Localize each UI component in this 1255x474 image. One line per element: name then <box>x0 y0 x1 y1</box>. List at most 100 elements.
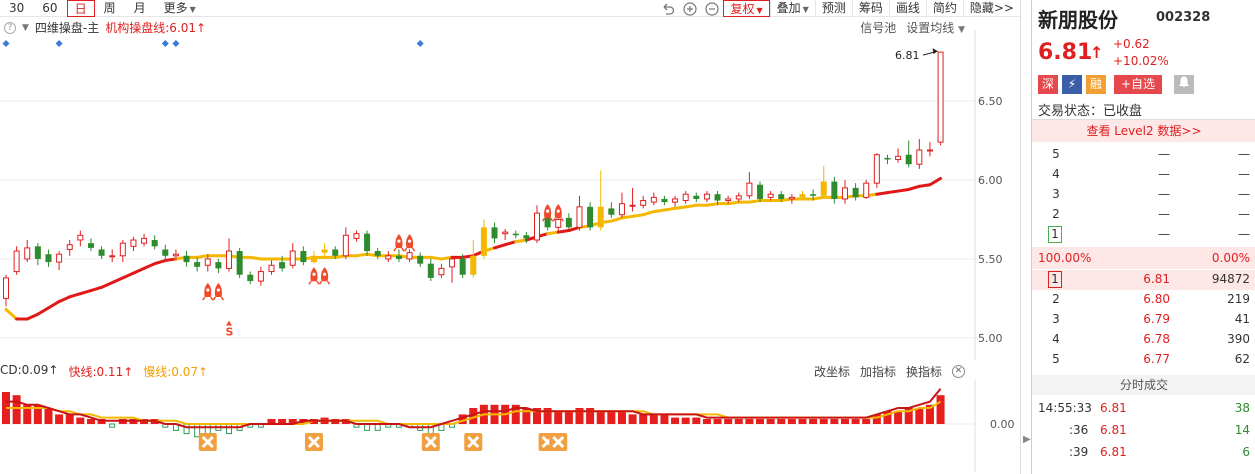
level-volume: 219 <box>1227 292 1250 306</box>
overlay-button[interactable]: 叠加 ▼ <box>769 0 815 17</box>
period-week[interactable]: 周 <box>95 0 125 17</box>
level-number: 4 <box>1052 167 1060 181</box>
sub-header-left: CD:0.09↑ 快线:0.11↑ 慢线:0.07↑ <box>0 363 208 380</box>
period-day[interactable]: 日 <box>66 0 95 17</box>
macd-chart[interactable]: 0.00 <box>0 380 1020 472</box>
rocket-signal-icon <box>308 267 320 285</box>
bid-row[interactable]: 5 6.77 62 <box>1032 350 1255 370</box>
hide-button[interactable]: 隐藏>> <box>962 0 1020 17</box>
add-watchlist-button[interactable]: +自选 <box>1114 75 1162 94</box>
candle-body <box>45 254 52 263</box>
rocket-window <box>206 288 210 292</box>
ask-row[interactable]: 1 — — <box>1032 225 1255 245</box>
rocket-signal-icon <box>202 283 214 301</box>
ma-line-segment <box>652 208 666 214</box>
candle-body <box>236 251 243 275</box>
candle-body <box>279 262 286 269</box>
panel-divider[interactable]: ▶ <box>1020 0 1031 474</box>
candle-body <box>395 255 402 259</box>
rocket-window <box>556 209 560 213</box>
level-volume: — <box>1238 207 1250 221</box>
period-30min[interactable]: 30 <box>0 0 33 17</box>
margin-badge[interactable]: 融 <box>1086 75 1106 94</box>
level-price: 6.81 <box>1143 272 1170 286</box>
ma-line-segment <box>89 285 104 293</box>
period-60min[interactable]: 60 <box>33 0 66 17</box>
candle-body <box>321 249 328 253</box>
period-month[interactable]: 月 <box>125 0 155 17</box>
candle-body <box>863 182 870 198</box>
simple-button[interactable]: 简约 <box>925 0 963 17</box>
level2-link[interactable]: 查看 Level2 数据>> <box>1032 120 1255 142</box>
close-icon[interactable]: ✕ <box>952 365 965 378</box>
candle-body <box>470 255 477 275</box>
rocket-fins <box>212 296 225 301</box>
price-grid <box>0 100 975 339</box>
bid-row[interactable]: 1 6.81 94872 <box>1032 270 1255 290</box>
candle-body <box>884 157 891 160</box>
collapse-arrow-icon[interactable]: ▶ <box>1023 434 1031 445</box>
candle-body <box>385 255 392 260</box>
ma-line-segment <box>142 262 157 270</box>
cross-signal-icon <box>421 433 440 451</box>
bid-row[interactable]: 3 6.79 41 <box>1032 310 1255 330</box>
candle-body <box>650 196 657 203</box>
level-volume: — <box>1238 147 1250 161</box>
level-number: 2 <box>1052 207 1060 221</box>
candle-body <box>682 193 689 202</box>
ask-row[interactable]: 5 — — <box>1032 145 1255 165</box>
forecast-button[interactable]: 预测 <box>814 0 852 17</box>
rocket-signal-icon <box>403 234 416 252</box>
candle-body <box>565 217 572 228</box>
ma-line-segment <box>631 213 645 218</box>
chips-button[interactable]: 筹码 <box>851 0 889 17</box>
zoom-out-icon[interactable] <box>701 0 723 17</box>
period-more[interactable]: 更多 ▼ <box>155 0 205 17</box>
candle-body <box>289 250 296 266</box>
bid-row[interactable]: 2 6.80 219 <box>1032 290 1255 310</box>
add-indicator-link[interactable]: 加指标 <box>860 363 896 380</box>
candle-body <box>767 193 774 198</box>
ma-line-segment <box>885 189 900 195</box>
adjust-button[interactable]: 复权 ▼ <box>723 0 770 17</box>
tick-volume: 14 <box>1234 423 1250 437</box>
macd-bar <box>204 423 211 435</box>
draw-line-button[interactable]: 画线 <box>888 0 926 17</box>
rocket-signal-icon <box>318 267 331 285</box>
rocket-window <box>216 288 220 292</box>
ask-row[interactable]: 2 — — <box>1032 205 1255 225</box>
rocket-window <box>546 209 550 213</box>
macd-bar <box>109 423 116 428</box>
bid-row[interactable]: 4 6.78 390 <box>1032 330 1255 350</box>
price-chart[interactable]: 6.50 6.00 5.50 5.00 S 6.81 <box>0 30 1020 360</box>
candle-body <box>3 277 9 299</box>
candle-body <box>608 208 615 215</box>
rocket-fins <box>308 280 320 285</box>
undo-icon[interactable] <box>657 0 679 17</box>
ask-row[interactable]: 3 — — <box>1032 185 1255 205</box>
candle-body <box>406 252 413 260</box>
shenzhen-badge[interactable]: 深 <box>1038 75 1058 94</box>
last-price-label: 6.81 <box>895 49 920 62</box>
level-volume: — <box>1238 187 1250 201</box>
candle-body <box>141 237 148 244</box>
tick-row: 14:55:33 6.81 38 <box>1032 398 1255 420</box>
switch-indicator-link[interactable]: 换指标 <box>906 363 942 380</box>
flash-icon[interactable]: ⚡ <box>1062 75 1082 94</box>
ask-row[interactable]: 4 — — <box>1032 165 1255 185</box>
rocket-window <box>407 239 412 243</box>
trading-status: 交易状态：已收盘 <box>1038 104 1143 119</box>
bell-icon[interactable] <box>1174 75 1194 94</box>
adjust-label: 复权 <box>730 2 755 16</box>
candle-body <box>183 255 190 263</box>
candle-body <box>534 212 540 241</box>
ma-line-segment <box>747 199 762 204</box>
level-price: 6.77 <box>1143 352 1170 366</box>
candle-body <box>257 271 264 282</box>
macd-bar <box>226 423 233 435</box>
candle-body <box>640 200 647 206</box>
ma-line-segment <box>110 276 125 285</box>
change-axis-link[interactable]: 改坐标 <box>814 363 850 380</box>
candle-body <box>342 234 349 257</box>
zoom-in-icon[interactable] <box>679 0 701 17</box>
